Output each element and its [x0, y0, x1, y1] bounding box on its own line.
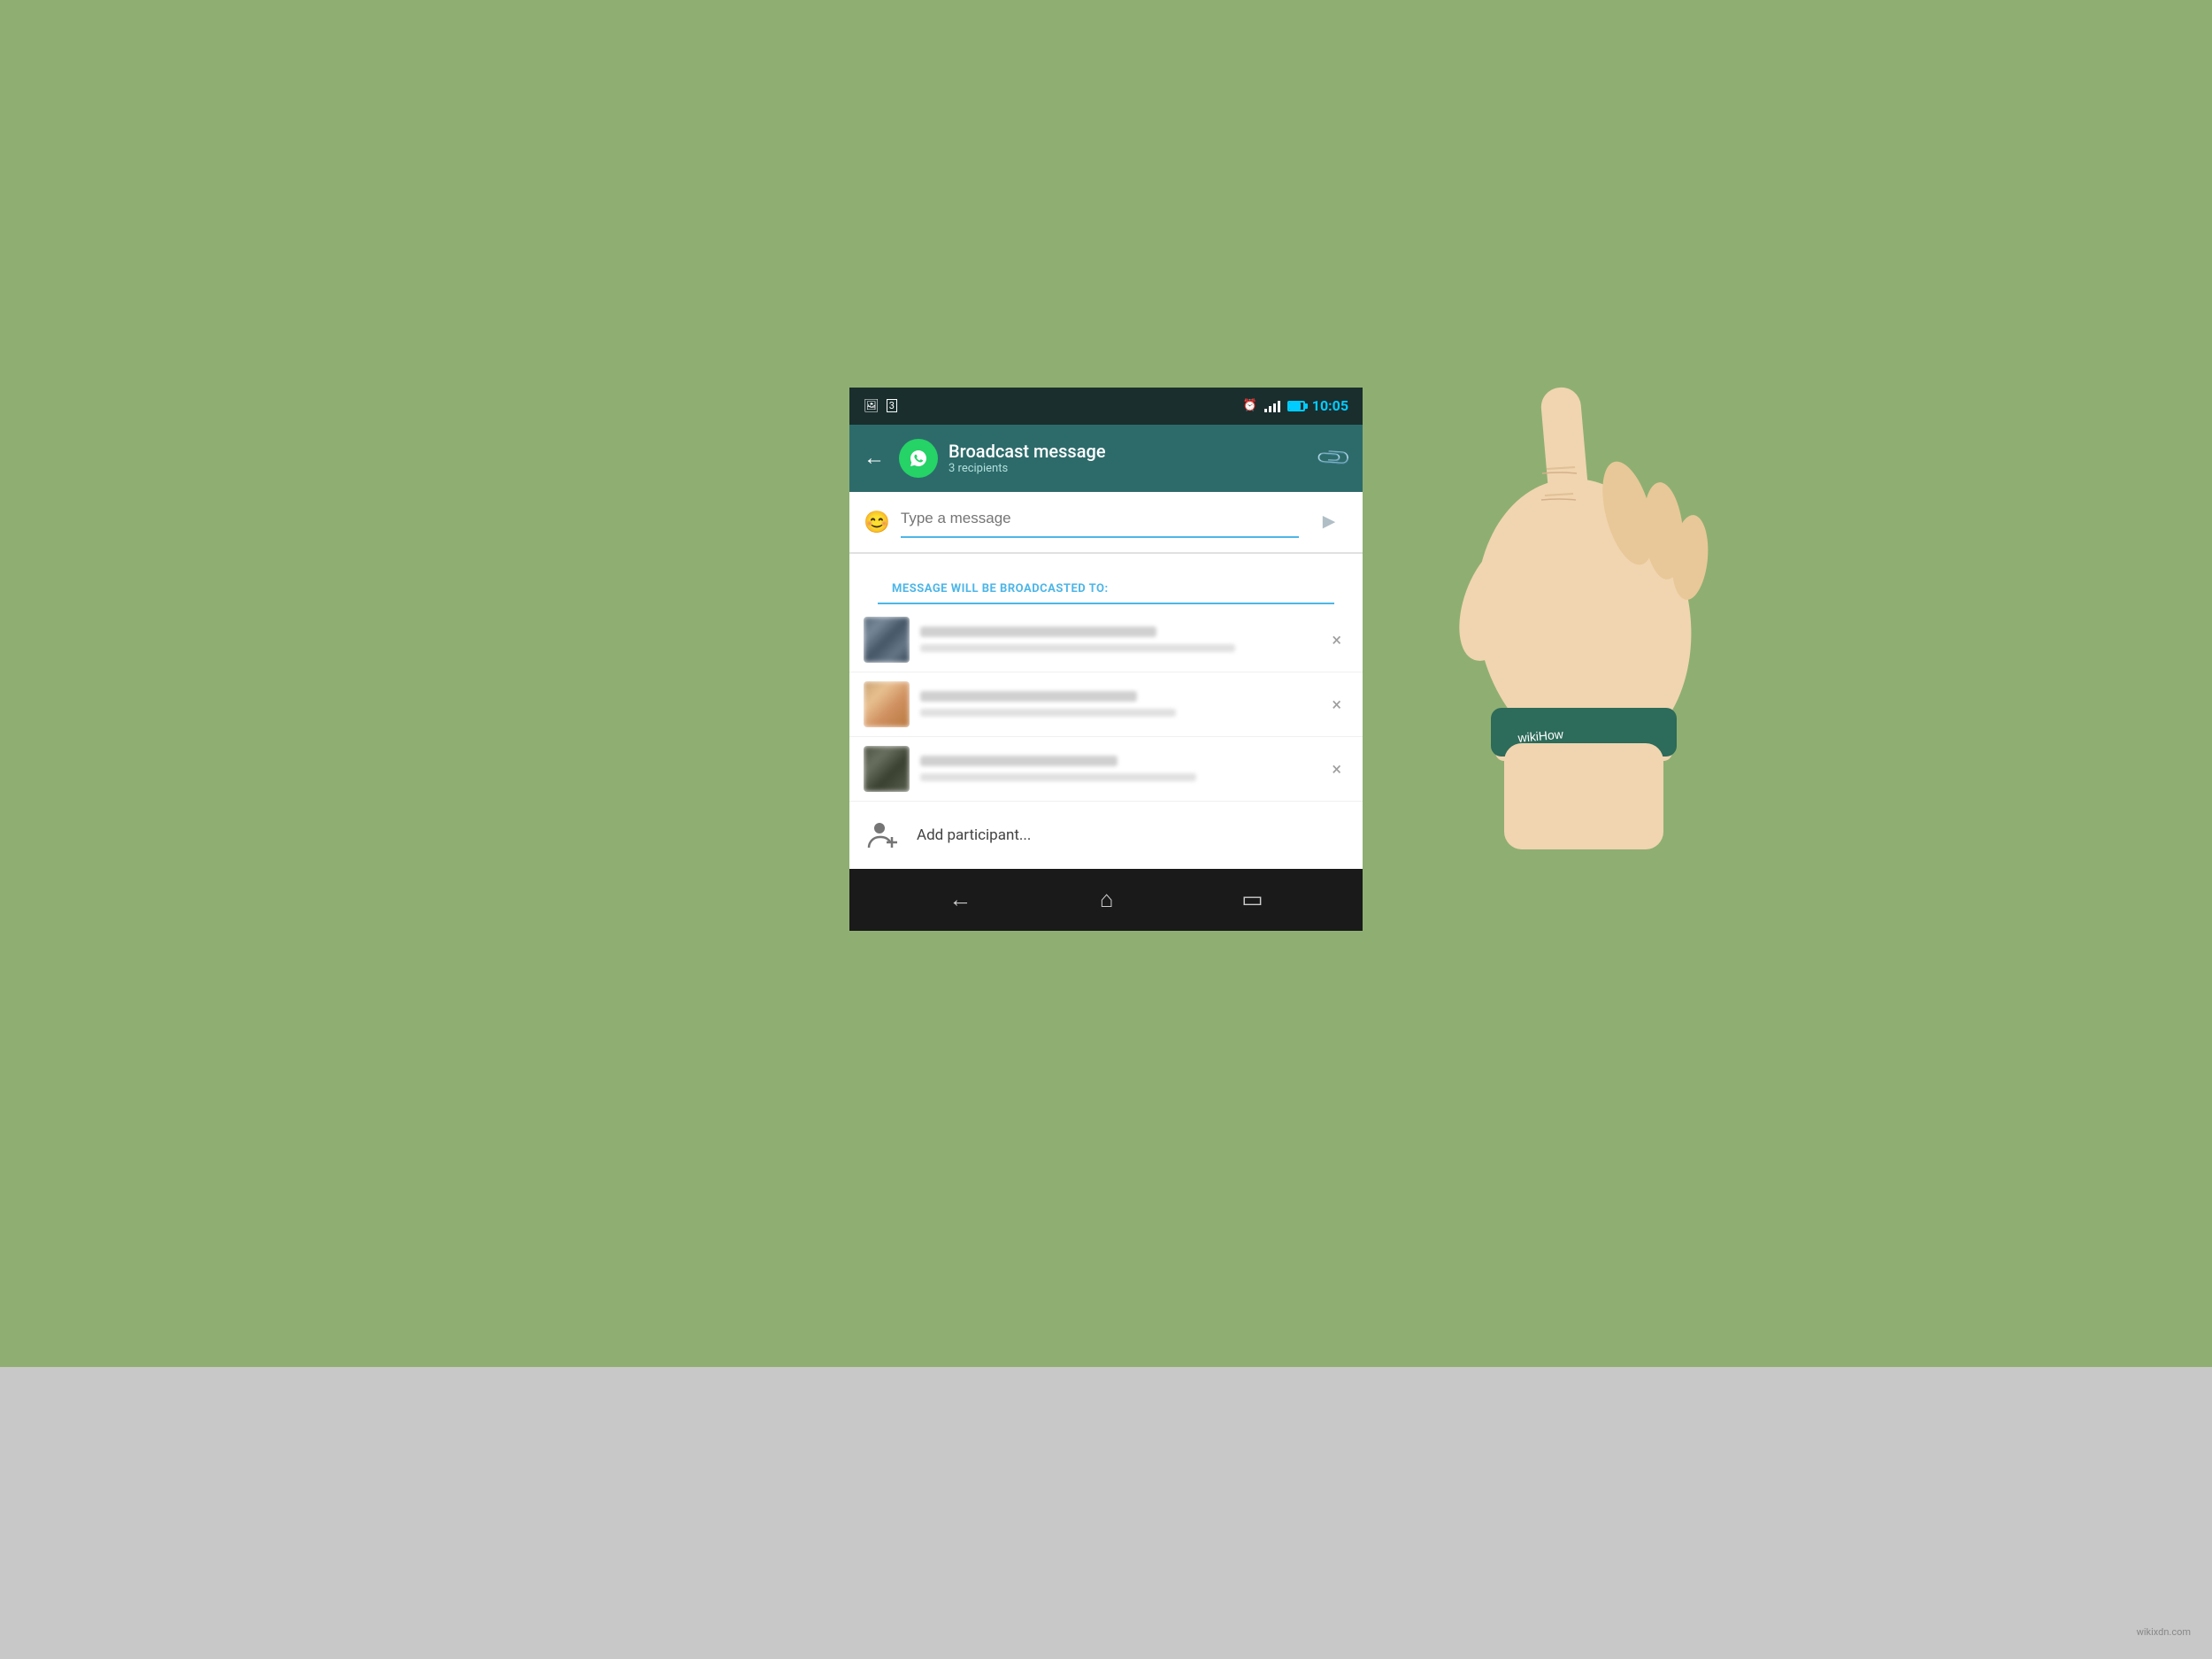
gray-bottom-section — [0, 1367, 2212, 1659]
send-button[interactable]: ► — [1310, 503, 1348, 541]
recipient-name-blur — [920, 626, 1156, 637]
status-bar: 🖼 3 ⏰ 10:05 — [849, 388, 1363, 425]
header-title: Broadcast message — [949, 441, 1310, 462]
message-input[interactable] — [901, 506, 1299, 531]
battery-icon — [1287, 401, 1305, 411]
app-header: ← Broadcast message 3 recipients 📎 — [849, 425, 1363, 492]
recipient-info — [920, 626, 1314, 652]
recipient-name-blur — [920, 691, 1137, 702]
nav-home-button[interactable]: ⌂ — [1082, 879, 1132, 920]
status-bar-right: ⏰ 10:05 — [1243, 397, 1348, 414]
nav-back-button[interactable]: ← — [931, 879, 989, 920]
add-participant-button[interactable]: Add participant... — [849, 802, 1363, 869]
add-participant-icon — [864, 816, 902, 855]
attachment-icon[interactable]: 📎 — [1315, 438, 1354, 477]
header-text: Broadcast message 3 recipients — [949, 441, 1310, 475]
hand-illustration: wikiHow — [1425, 336, 1796, 849]
bottom-nav: ← ⌂ ▭ — [849, 869, 1363, 931]
recipient-name-blur — [920, 756, 1118, 766]
recipient-info — [920, 756, 1314, 781]
recipient-list: × × — [849, 608, 1363, 802]
alarm-icon: ⏰ — [1243, 399, 1257, 412]
phone-container: 🖼 3 ⏰ 10:05 — [849, 388, 1363, 1272]
broadcast-header-wrapper: MESSAGE WILL BE BROADCASTED TO: — [849, 554, 1363, 608]
remove-recipient-button[interactable]: × — [1325, 751, 1348, 787]
page-wrapper: 🖼 3 ⏰ 10:05 — [0, 0, 2212, 1659]
screenshot-icon: 3 — [887, 399, 897, 412]
message-input-wrapper — [901, 506, 1299, 538]
gallery-icon: 🖼 — [864, 399, 879, 413]
remove-recipient-button[interactable]: × — [1325, 687, 1348, 722]
recipient-item: × — [849, 672, 1363, 737]
avatar — [864, 617, 910, 663]
broadcast-header-text: MESSAGE WILL BE BROADCASTED TO: — [892, 582, 1109, 595]
watermark: wikixdn.com — [2137, 1626, 2191, 1638]
broadcast-panel: MESSAGE WILL BE BROADCASTED TO: × — [849, 553, 1363, 869]
signal-bars-icon — [1264, 400, 1280, 412]
avatar — [864, 681, 910, 727]
nav-recent-button[interactable]: ▭ — [1224, 879, 1281, 920]
recipient-status-blur — [920, 644, 1235, 652]
recipient-status-blur — [920, 709, 1176, 717]
remove-recipient-button[interactable]: × — [1325, 622, 1348, 657]
recipient-item: × — [849, 608, 1363, 672]
add-participant-label: Add participant... — [917, 826, 1031, 844]
avatar — [864, 746, 910, 792]
message-input-area: 😊 ► — [849, 492, 1363, 553]
status-time: 10:05 — [1312, 397, 1348, 414]
broadcast-header: MESSAGE WILL BE BROADCASTED TO: — [878, 565, 1334, 604]
header-subtitle: 3 recipients — [949, 462, 1310, 475]
recipient-status-blur — [920, 773, 1196, 781]
input-underline — [901, 536, 1299, 538]
back-button[interactable]: ← — [864, 445, 885, 471]
status-bar-left: 🖼 3 — [864, 399, 897, 413]
whatsapp-logo — [899, 439, 938, 478]
send-icon: ► — [1318, 510, 1340, 534]
recipient-item: × — [849, 737, 1363, 802]
recipient-info — [920, 691, 1314, 717]
emoji-button[interactable]: 😊 — [864, 510, 890, 534]
